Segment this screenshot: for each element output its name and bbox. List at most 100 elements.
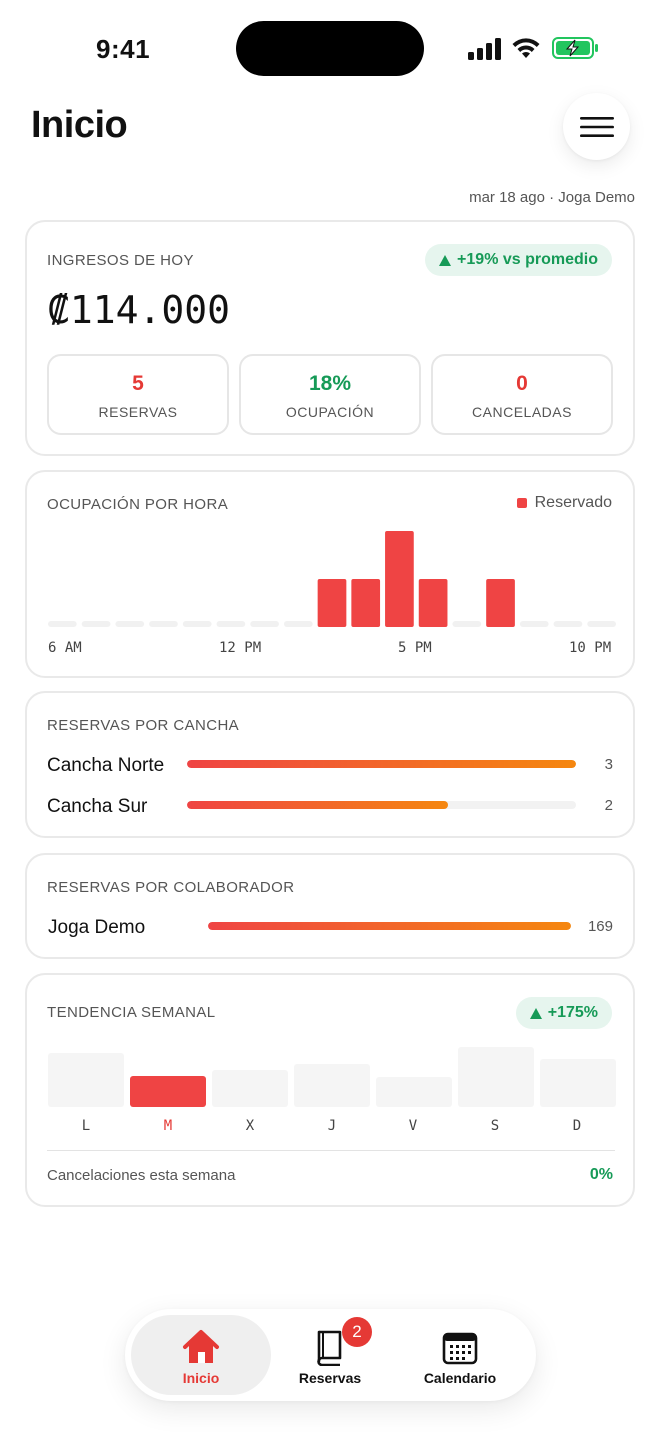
axis-label-5pm: 5 PM	[398, 640, 432, 656]
stat-label: CANCELADAS	[472, 404, 572, 420]
hour-bar	[418, 579, 448, 627]
up-triangle-icon	[529, 1007, 542, 1019]
revenue-label: INGRESOS DE HOY	[47, 252, 194, 269]
revenue-card: INGRESOS DE HOY +19% vs promedio ₡114.00…	[25, 220, 635, 456]
legend-label: Reservado	[534, 494, 612, 511]
divider	[47, 1150, 615, 1151]
hour-bar-empty	[48, 621, 77, 627]
hour-bar	[486, 579, 515, 627]
hour-bar	[385, 531, 414, 627]
day-label: X	[245, 1118, 255, 1134]
revenue-trend-text: +19% vs promedio	[457, 251, 598, 268]
axis-label-10pm: 10 PM	[569, 640, 612, 656]
weekly-trend-text: +175%	[547, 1004, 598, 1021]
nav-item-inicio[interactable]: Inicio	[131, 1315, 271, 1395]
weekly-trend-label: TENDENCIA SEMANAL	[47, 1004, 216, 1021]
hamburger-icon	[579, 116, 614, 137]
axis-label-12pm: 12 PM	[219, 640, 262, 656]
hour-bar-empty	[553, 621, 583, 627]
nav-label: Inicio	[182, 1370, 220, 1386]
revenue-trend-badge: +19% vs promedio	[425, 244, 612, 276]
collaborator-bar-track	[208, 922, 571, 930]
hour-bar-empty	[182, 621, 212, 627]
up-triangle-icon	[439, 254, 452, 266]
dynamic-island	[236, 21, 424, 76]
revenue-amount: ₡114.000	[47, 288, 231, 332]
stat-value: 5	[132, 372, 144, 395]
court-reservations-label: RESERVAS POR CANCHA	[47, 717, 240, 734]
day-label: V	[408, 1118, 418, 1134]
hour-bar-empty	[283, 621, 313, 627]
court-bar-fill	[187, 801, 448, 809]
day-label: J	[327, 1118, 337, 1134]
collaborator-reservations-label: RESERVAS POR COLABORADOR	[47, 879, 295, 896]
collaborator-count: 169	[587, 918, 613, 935]
weekly-cancellations-label: Cancelaciones esta semana	[47, 1167, 236, 1184]
nav-label: Calendario	[423, 1370, 497, 1386]
stat-value: 0	[516, 372, 528, 395]
weekly-trend-badge: +175%	[515, 997, 612, 1029]
week-bar	[212, 1070, 288, 1107]
week-bar-active	[130, 1076, 206, 1107]
hour-bar	[317, 579, 347, 627]
stat-reservas[interactable]: 5 RESERVAS	[47, 354, 229, 435]
court-name: Cancha Sur	[47, 796, 148, 817]
stat-label: RESERVAS	[98, 404, 178, 420]
nav-item-reservas[interactable]: Reservas	[265, 1315, 395, 1395]
court-bar-track	[187, 760, 576, 768]
week-bar	[540, 1059, 616, 1107]
page-title: Inicio	[31, 104, 128, 146]
battery-charging-icon	[552, 37, 598, 59]
date-org-subline: mar 18 ago · Joga Demo	[469, 189, 635, 206]
court-count: 2	[604, 797, 613, 814]
calendar-icon	[442, 1332, 478, 1365]
hour-bar-empty	[519, 621, 549, 627]
day-label: L	[81, 1118, 91, 1134]
stat-canceladas[interactable]: 0 CANCELADAS	[431, 354, 613, 435]
reservations-count-badge: 2	[342, 1317, 372, 1347]
stat-value: 18%	[308, 372, 352, 395]
day-label-active: M	[163, 1118, 173, 1134]
court-name: Cancha Norte	[47, 755, 165, 776]
week-bar	[294, 1064, 370, 1107]
legend-swatch	[516, 498, 527, 508]
status-bar: 9:41	[0, 0, 660, 90]
wifi-icon	[512, 38, 540, 58]
home-icon	[183, 1330, 219, 1363]
weekly-bar-chart	[48, 1047, 616, 1107]
hour-bar-empty	[452, 621, 482, 627]
week-bar	[376, 1077, 452, 1107]
week-bar	[458, 1047, 534, 1107]
court-count: 3	[604, 756, 613, 773]
hourly-occupancy-card: OCUPACIÓN POR HORA Reservado 6 AM 12 PM …	[25, 470, 635, 678]
week-bar	[48, 1053, 124, 1107]
hour-bar-empty	[587, 621, 616, 627]
nav-item-calendario[interactable]: Calendario	[395, 1315, 525, 1395]
hour-bar-empty	[81, 621, 111, 627]
weekly-trend-card: TENDENCIA SEMANAL +175% L M X J V S D Ca…	[25, 973, 635, 1207]
nav-label: Reservas	[298, 1370, 362, 1386]
status-time: 9:41	[96, 34, 151, 64]
collaborator-bar-fill	[208, 922, 571, 930]
stat-label: OCUPACIÓN	[285, 404, 375, 420]
hour-bar-empty	[115, 621, 145, 627]
bottom-nav: Inicio Reservas 2 Calendario	[125, 1309, 536, 1401]
hour-bar	[351, 579, 381, 627]
court-reservations-card: RESERVAS POR CANCHA Cancha Norte 3 Canch…	[25, 691, 635, 838]
court-bar-fill	[187, 760, 576, 768]
day-label: S	[490, 1118, 500, 1134]
collaborator-name: Joga Demo	[48, 917, 146, 938]
hour-bar-empty	[216, 621, 246, 627]
hourly-occupancy-label: OCUPACIÓN POR HORA	[47, 496, 229, 513]
axis-label-6am: 6 AM	[48, 640, 82, 656]
stat-ocupacion[interactable]: 18% OCUPACIÓN	[239, 354, 421, 435]
menu-button[interactable]	[563, 93, 630, 160]
weekly-cancellations-value: 0%	[589, 1166, 613, 1183]
court-bar-track	[187, 801, 576, 809]
signal-icon	[468, 38, 501, 60]
hourly-bar-chart	[48, 531, 616, 627]
hour-bar-empty	[250, 621, 279, 627]
chart-legend: Reservado	[516, 494, 612, 512]
hour-bar-empty	[149, 621, 178, 627]
collaborator-reservations-card: RESERVAS POR COLABORADOR Joga Demo 169	[25, 853, 635, 959]
